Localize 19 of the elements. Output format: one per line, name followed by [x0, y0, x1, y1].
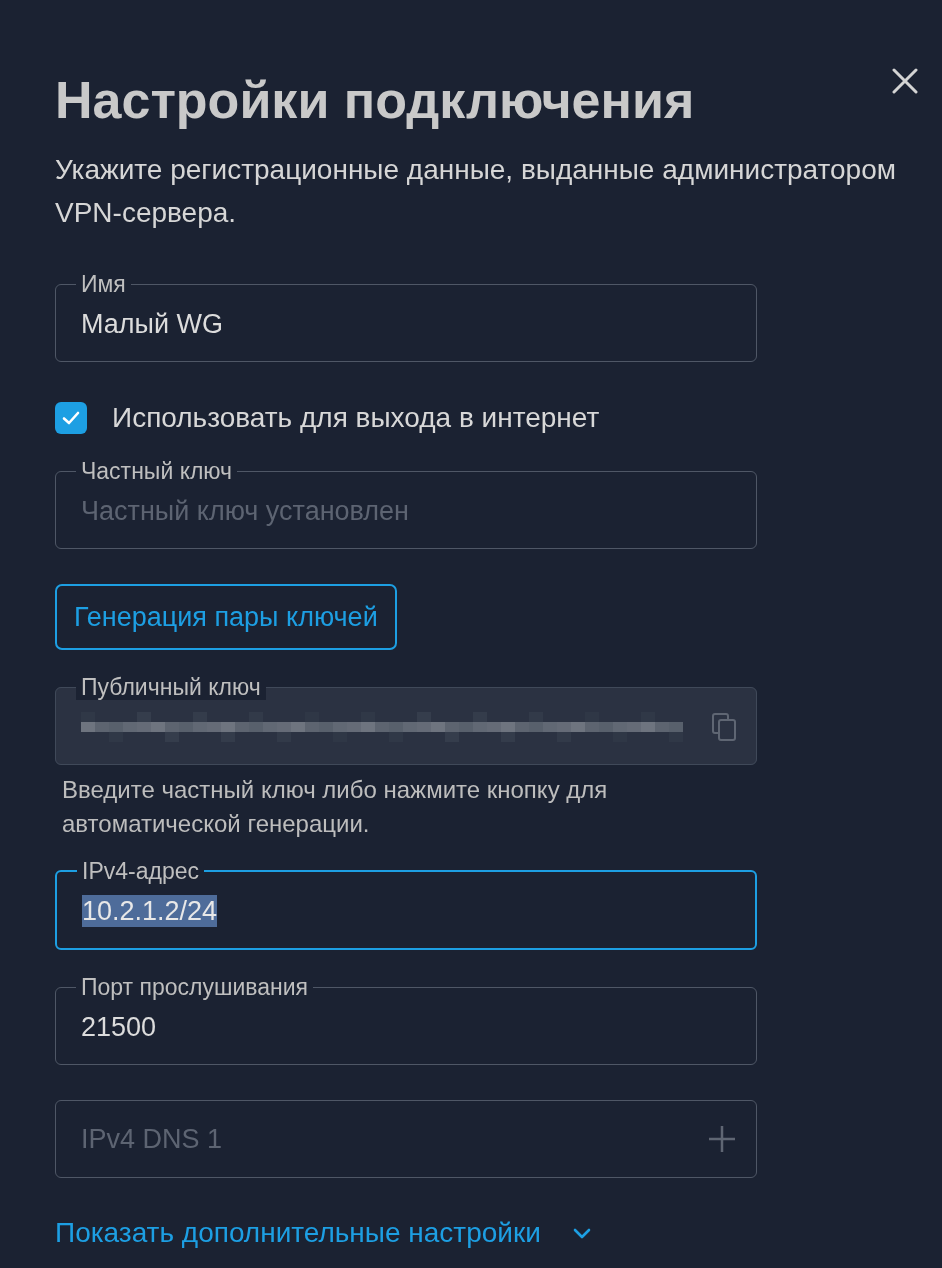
field-value: Малый WG — [81, 308, 224, 340]
checkbox[interactable] — [55, 402, 87, 434]
chevron-icon[interactable] — [572, 1227, 591, 1239]
generate-keys-button[interactable]: Генерация пары ключей — [55, 584, 397, 650]
checkbox-label: Использовать для выхода в интернет — [112, 402, 600, 434]
dialog-title: Настройки подключения — [55, 70, 695, 130]
field-placeholder: Частный ключ установлен — [81, 495, 409, 527]
text-field[interactable]: Частный ключ Частный ключ установлен — [55, 458, 757, 549]
field-value: 10.2.1.2/24 — [82, 895, 218, 927]
more-settings-link[interactable]: Показать дополнительные настройки — [55, 1217, 541, 1249]
close-button[interactable] — [892, 68, 918, 94]
dialog-subtitle: Укажите регистрационные данные, выданные администратором VPN-сервера. — [55, 153, 897, 230]
readonly-field[interactable]: Публичный ключ — [55, 674, 757, 765]
plus-icon[interactable] — [708, 1125, 736, 1153]
helper-text: Введите частный ключ либо нажмите кнопку для автоматической генерации. — [62, 775, 609, 839]
field-placeholder: IPv4 DNS 1 — [81, 1123, 223, 1155]
close-icon — [892, 68, 918, 94]
field-value: 21500 — [81, 1011, 157, 1043]
field-label: Публичный ключ — [76, 674, 266, 700]
